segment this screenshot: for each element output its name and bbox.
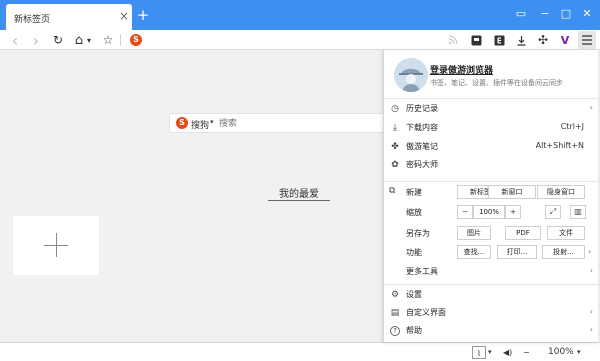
menu-item-help[interactable]: ? 帮助 › xyxy=(384,322,598,340)
favorites-title[interactable]: 我的最爱 xyxy=(268,185,330,201)
fullscreen-icon[interactable]: ⤢ xyxy=(545,205,561,219)
menu-label: 下载内容 xyxy=(406,123,438,132)
menu-divider xyxy=(384,181,598,182)
login-title[interactable]: 登录傲游浏览器 xyxy=(430,63,493,76)
clock-icon: ◷ xyxy=(391,104,399,114)
save-image-button[interactable]: 图片 xyxy=(457,226,491,240)
reload-icon[interactable]: ↻ xyxy=(49,31,67,49)
forward-icon[interactable]: › xyxy=(27,31,45,50)
zoom-value: 100% xyxy=(473,205,505,219)
new-tab-button[interactable]: + xyxy=(136,6,150,24)
toolbar-separator xyxy=(120,34,121,46)
menu-label: 更多工具 xyxy=(406,267,438,276)
extension-v-icon[interactable]: V xyxy=(556,31,574,49)
zoom-label: 缩放 xyxy=(406,208,422,217)
menu-shortcut: Alt+Shift+N xyxy=(535,141,584,150)
menu-divider xyxy=(384,284,598,285)
close-window-button[interactable]: ✕ xyxy=(580,7,594,21)
toolbar: ‹ › ↻ ⌂ ▾ ☆ S ✣ V xyxy=(0,30,600,50)
menu-item-notes[interactable]: ✤ 傲游笔记 Alt+Shift+N xyxy=(384,138,598,156)
zoom-caret-icon[interactable]: ▾ xyxy=(577,346,581,359)
skin-icon[interactable]: ▭ xyxy=(514,7,528,21)
download-icon: ⤓ xyxy=(393,123,397,133)
save-as-label: 另存为 xyxy=(406,229,430,238)
maximize-button[interactable]: □ xyxy=(559,7,573,21)
sogou-badge: S xyxy=(130,34,142,46)
find-button[interactable]: 查找... xyxy=(457,245,491,259)
help-icon: ? xyxy=(390,326,400,336)
search-box[interactable]: S 搜狗 ▾ xyxy=(169,113,384,133)
chevron-right-icon: › xyxy=(589,266,593,275)
main-menu: 登录傲游浏览器 书签、笔记、设置、插件等在设备间云同步 ◷ 历史记录 › ⤓ 下… xyxy=(383,50,598,342)
new-window-icon: ⧉ xyxy=(389,186,396,196)
menu-label: 密码大师 xyxy=(406,160,438,169)
download-icon[interactable] xyxy=(512,31,530,49)
cast-button[interactable]: 投射... xyxy=(542,245,585,259)
menu-item-more-tools[interactable]: 更多工具 › xyxy=(384,263,598,281)
gear-icon: ⚙ xyxy=(390,290,400,300)
tab-new-tab-page[interactable]: 新标签页 × xyxy=(6,4,132,30)
sogou-logo-icon: S xyxy=(176,117,188,129)
favorite-star-icon[interactable]: ☆ xyxy=(99,31,117,49)
notes-icon: ✤ xyxy=(391,142,399,152)
zoom-out-button[interactable]: − xyxy=(457,205,473,219)
home-caret-icon[interactable]: ▾ xyxy=(84,31,94,49)
menu-item-password[interactable]: ✿ 密码大师 xyxy=(384,156,598,174)
search-input[interactable] xyxy=(219,117,369,130)
layout-icon: ▤ xyxy=(390,308,400,318)
login-subtitle: 书签、笔记、设置、插件等在设备间云同步 xyxy=(430,79,563,87)
search-engine-label[interactable]: 搜狗 xyxy=(191,118,209,131)
save-pdf-button[interactable]: PDF xyxy=(505,226,541,240)
volume-icon[interactable]: ◀) xyxy=(503,346,512,359)
new-window-menu-button[interactable]: 新窗口 xyxy=(488,185,536,199)
menu-item-history[interactable]: ◷ 历史记录 › xyxy=(384,100,598,118)
rss-icon[interactable] xyxy=(444,31,462,49)
chevron-right-icon: › xyxy=(588,247,592,256)
menu-label: 傲游笔记 xyxy=(406,142,438,151)
new-label: 新建 xyxy=(406,188,422,197)
extensions-puzzle-icon[interactable]: ✣ xyxy=(534,31,552,49)
menu-divider xyxy=(384,98,598,99)
zoom-minus-icon[interactable]: − xyxy=(523,346,530,359)
chevron-right-icon: › xyxy=(589,325,593,334)
back-icon[interactable]: ‹ xyxy=(6,31,24,50)
menu-shortcut: Ctrl+J xyxy=(560,122,584,131)
menu-item-customize[interactable]: ▤ 自定义界面 › xyxy=(384,304,598,322)
menu-label: 帮助 xyxy=(406,326,422,335)
tab-close-icon[interactable]: × xyxy=(118,9,130,23)
add-favorite-tile[interactable] xyxy=(13,216,99,275)
chevron-right-icon: › xyxy=(589,103,593,112)
reader-mode-icon[interactable] xyxy=(467,31,485,49)
evernote-icon[interactable] xyxy=(490,31,508,49)
password-icon: ✿ xyxy=(391,160,399,170)
minimize-button[interactable]: − xyxy=(538,7,552,21)
menu-item-settings[interactable]: ⚙ 设置 xyxy=(384,286,598,304)
menu-label: 自定义界面 xyxy=(406,308,446,317)
reader-view-icon[interactable]: ▥ xyxy=(570,205,586,219)
print-button[interactable]: 打印... xyxy=(497,245,537,259)
menu-label: 设置 xyxy=(406,290,422,299)
status-bar: ⌇ ▾ ◀) − 100% ▾ xyxy=(0,342,600,361)
user-avatar-icon[interactable] xyxy=(394,58,428,92)
engine-caret-icon[interactable]: ▾ xyxy=(210,118,214,126)
zoom-in-button[interactable]: + xyxy=(505,205,521,219)
functions-label: 功能 xyxy=(406,248,422,257)
zoom-level[interactable]: 100% xyxy=(548,346,574,359)
chevron-right-icon: › xyxy=(589,307,593,316)
save-file-button[interactable]: 文件 xyxy=(547,226,585,240)
speed-caret-icon[interactable]: ▾ xyxy=(488,346,492,359)
speed-icon[interactable]: ⌇ xyxy=(472,346,486,359)
menu-icon[interactable] xyxy=(578,31,596,49)
sogou-search-icon[interactable]: S xyxy=(127,31,145,49)
menu-label: 历史记录 xyxy=(406,104,438,113)
title-bar: 新标签页 × + ▭ − □ ✕ xyxy=(0,0,600,30)
menu-item-downloads[interactable]: ⤓ 下载内容 Ctrl+J xyxy=(384,119,598,137)
tab-title: 新标签页 xyxy=(14,15,51,25)
private-window-button[interactable]: 隐身窗口 xyxy=(537,185,585,199)
